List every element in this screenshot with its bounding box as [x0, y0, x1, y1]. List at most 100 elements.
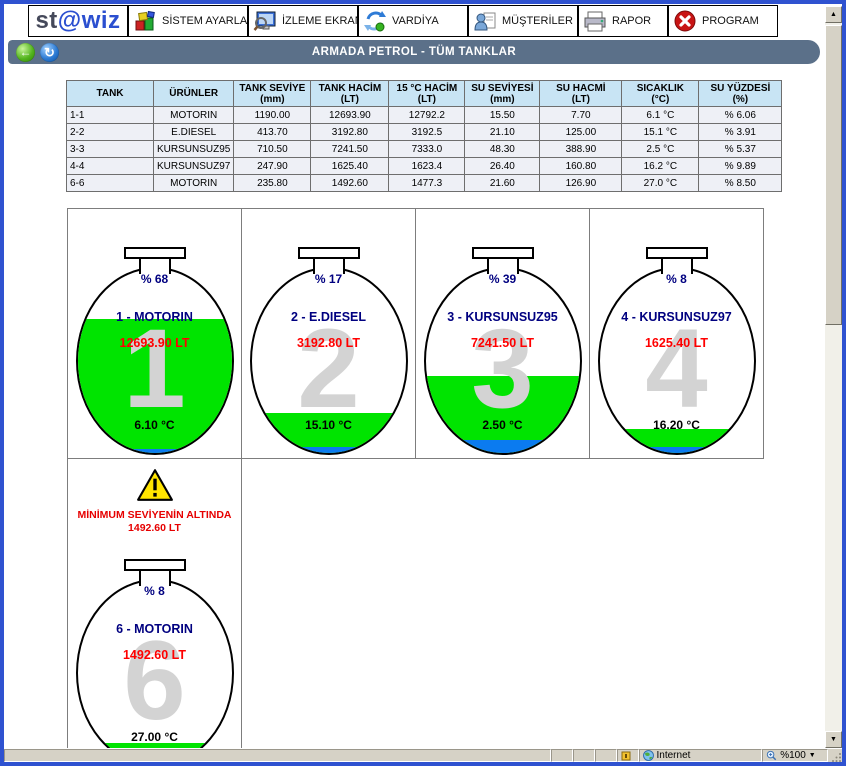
tank-temp: 6.10 °C	[68, 418, 241, 432]
col-header: SICAKLIK(°C)	[622, 81, 699, 107]
cell: 247.90	[234, 158, 311, 175]
tank-name: 2 - E.DIESEL	[242, 310, 415, 324]
status-zoom-control[interactable]: %100 ▼	[762, 749, 828, 762]
cell: 6-6	[67, 175, 154, 192]
tank-volume: 3192.80 LT	[242, 336, 415, 350]
cell: 1477.3	[389, 175, 465, 192]
col-header: SU HACMİ(LT)	[540, 81, 622, 107]
status-security-pane	[617, 749, 639, 762]
cell: 7.70	[540, 107, 622, 124]
tank-name: 6 - MOTORIN	[68, 622, 241, 636]
cell: 3192.80	[311, 124, 389, 141]
logo-text-wiz: @wiz	[58, 7, 121, 35]
cell: 1190.00	[234, 107, 311, 124]
cell: % 5.37	[699, 141, 782, 158]
cell: 48.30	[465, 141, 540, 158]
down-arrow-icon: ▼	[830, 736, 837, 743]
cell: 388.90	[540, 141, 622, 158]
monitor-search-icon	[253, 9, 277, 33]
cell: 15.1 °C	[622, 124, 699, 141]
scroll-up-button[interactable]: ▲	[825, 6, 842, 23]
cell: % 8.50	[699, 175, 782, 192]
cell: 1623.4	[389, 158, 465, 175]
resize-grip-icon	[832, 752, 842, 762]
menu-item-musteriler[interactable]: MÜŞTERİLER	[468, 5, 578, 37]
menu-item-izleme-ekrani[interactable]: İZLEME EKRANI	[248, 5, 358, 37]
cell: % 6.06	[699, 107, 782, 124]
status-pane	[595, 749, 617, 762]
cell: 4-4	[67, 158, 154, 175]
cell: E.DIESEL	[154, 124, 234, 141]
cell: 125.00	[540, 124, 622, 141]
cell: 26.40	[465, 158, 540, 175]
col-header: 15 °C HACİM(LT)	[389, 81, 465, 107]
vertical-scrollbar[interactable]: ▲ ▼	[825, 6, 842, 748]
cell: 160.80	[540, 158, 622, 175]
menu-item-sistem-ayarlari[interactable]: SİSTEM AYARLARI	[128, 5, 248, 37]
tank-name: 3 - KURSUNSUZ95	[416, 310, 589, 324]
cell: 12693.90	[311, 107, 389, 124]
tank-cell-3: 3 % 39 3 - KURSUNSUZ95 7241.50 LT 2.50 °…	[415, 208, 590, 459]
status-bar: Internet %100 ▼	[4, 748, 842, 762]
menu-item-label: SİSTEM AYARLARI	[162, 15, 258, 27]
tank-name: 4 - KURSUNSUZ97	[590, 310, 763, 324]
cell: 27.0 °C	[622, 175, 699, 192]
tank-cell-4: 4 % 8 4 - KURSUNSUZ97 1625.40 LT 16.20 °…	[589, 208, 764, 459]
cell: 15.50	[465, 107, 540, 124]
tank-percent: % 68	[68, 272, 241, 286]
col-header: TANK HACİM(LT)	[311, 81, 389, 107]
menu-item-program[interactable]: PROGRAM	[668, 5, 778, 37]
cell: MOTORIN	[154, 175, 234, 192]
page-title-bar: ← ↻ ARMADA PETROL - TÜM TANKLAR	[8, 40, 820, 64]
tank-cap	[298, 247, 360, 259]
cell: 235.80	[234, 175, 311, 192]
cell: 12792.2	[389, 107, 465, 124]
logo-text-st: st	[35, 7, 57, 35]
customer-icon	[473, 9, 497, 33]
cell: 21.60	[465, 175, 540, 192]
resize-grip	[828, 749, 842, 762]
scroll-down-button[interactable]: ▼	[825, 731, 842, 748]
tank-volume: 7241.50 LT	[416, 336, 589, 350]
tank-volume: 1625.40 LT	[590, 336, 763, 350]
table-row: 6-6MOTORIN235.801492.601477.321.60126.90…	[67, 175, 782, 192]
tank-data-table: TANK ÜRÜNLER TANK SEVİYE(mm) TANK HACİM(…	[66, 80, 782, 192]
cell: MOTORIN	[154, 107, 234, 124]
globe-icon	[643, 750, 654, 761]
cell: KURSUNSUZ95	[154, 141, 234, 158]
scrollbar-thumb[interactable]	[825, 25, 842, 325]
cell: 413.70	[234, 124, 311, 141]
status-main-pane	[4, 749, 551, 762]
warning-value: 1492.60 LT	[68, 522, 241, 534]
main-content: TANK ÜRÜNLER TANK SEVİYE(mm) TANK HACİM(…	[4, 64, 822, 748]
cell: 7333.0	[389, 141, 465, 158]
menu-item-rapor[interactable]: RAPOR	[578, 5, 668, 37]
tank-temp: 2.50 °C	[416, 418, 589, 432]
top-toolbar: st@wiz SİSTEM AYARLARI İZLEME EKRANI	[4, 4, 822, 40]
cell: 1625.40	[311, 158, 389, 175]
cell: 16.2 °C	[622, 158, 699, 175]
table-row: 2-2E.DIESEL413.703192.803192.521.10125.0…	[67, 124, 782, 141]
menu-item-label: PROGRAM	[702, 15, 759, 27]
warning-icon	[136, 468, 174, 502]
tank-name: 1 - MOTORIN	[68, 310, 241, 324]
cell: 1-1	[67, 107, 154, 124]
blocks-icon	[133, 9, 157, 33]
cell: 7241.50	[311, 141, 389, 158]
col-header: ÜRÜNLER	[154, 81, 234, 107]
table-row: 4-4KURSUNSUZ97247.901625.401623.426.4016…	[67, 158, 782, 175]
status-zone-pane: Internet	[639, 749, 763, 762]
table-row: 3-3KURSUNSUZ95710.507241.507333.048.3038…	[67, 141, 782, 158]
table-header-row: TANK ÜRÜNLER TANK SEVİYE(mm) TANK HACİM(…	[67, 81, 782, 107]
tank-cell-6: MİNİMUM SEVİYENİN ALTINDA 1492.60 LT 6 %…	[67, 458, 242, 748]
col-header: SU SEVİYESİ(mm)	[465, 81, 540, 107]
zoom-magnifier-icon	[766, 750, 777, 761]
warning-text: MİNİMUM SEVİYENİN ALTINDA	[68, 509, 241, 521]
tank-percent: % 17	[242, 272, 415, 286]
cell: 6.1 °C	[622, 107, 699, 124]
tank-cap	[646, 247, 708, 259]
printer-icon	[583, 9, 607, 33]
cell: KURSUNSUZ97	[154, 158, 234, 175]
cell: % 9.89	[699, 158, 782, 175]
menu-item-vardiya[interactable]: VARDİYA	[358, 5, 468, 37]
